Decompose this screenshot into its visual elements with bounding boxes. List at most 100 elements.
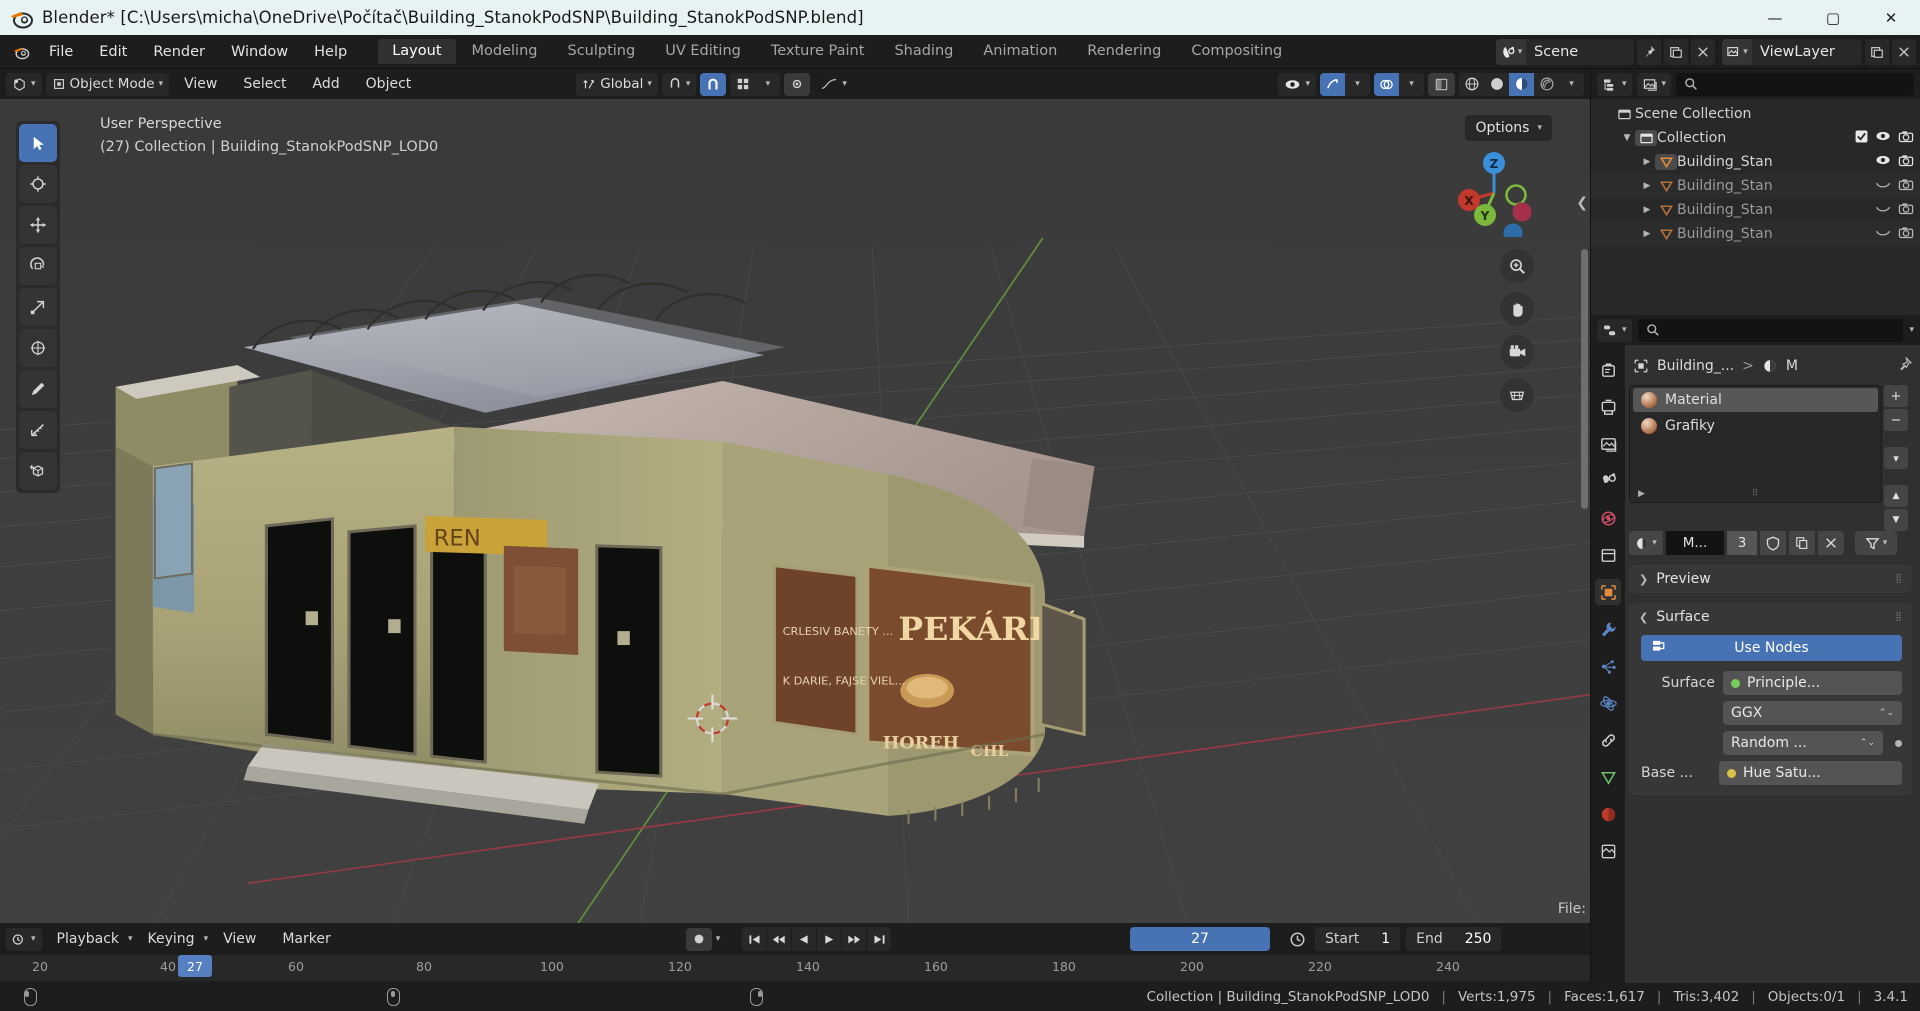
material-users-count[interactable]: 3 [1727,531,1757,555]
viewport-menu-select[interactable]: Select [232,76,297,92]
camera-icon[interactable] [1500,335,1534,369]
snap-settings-group[interactable]: ▾ [730,72,781,96]
expander-icon[interactable]: ▼ [1619,133,1635,143]
physics-tab[interactable] [1595,690,1621,716]
outliner-row-scene-collection[interactable]: Scene Collection [1591,102,1920,126]
data-tab[interactable] [1595,764,1621,790]
tab-compositing[interactable]: Compositing [1177,39,1296,64]
overlays-icon[interactable] [1374,72,1399,96]
surface-panel-header[interactable]: ❮ Surface ⣿ [1629,603,1912,631]
sidebar-collapse-icon[interactable]: ❮ [1576,195,1588,211]
outliner-row-object[interactable]: ▶ Building_Stan [1591,174,1920,198]
material-tab[interactable] [1595,801,1621,827]
timeline-menu-marker[interactable]: Marker [271,931,341,947]
menu-render[interactable]: Render [140,39,218,65]
snap-target-selector[interactable]: ▾ [661,72,697,96]
preview-panel[interactable]: ❯ Preview ⣿ [1629,565,1912,593]
gizmo-dropdown-icon[interactable]: ▾ [1345,73,1370,96]
snap-increment-icon[interactable] [730,73,755,96]
tab-uv-editing[interactable]: UV Editing [651,39,755,64]
camera-icon[interactable] [1898,130,1914,147]
world-tab[interactable] [1595,542,1621,568]
material-slot-icon[interactable]: ▾ [1855,531,1897,555]
new-scene-icon[interactable] [1664,39,1688,65]
material-name-field[interactable]: M... [1666,531,1724,555]
camera-icon[interactable] [1898,202,1914,219]
viewport-options-button[interactable]: Options ▾ [1465,115,1552,141]
resize-grip[interactable]: ⠿ [1752,489,1760,499]
timeline-editor-icon[interactable]: ▾ [6,927,42,951]
modifier-tab[interactable] [1595,616,1621,642]
render-tab[interactable] [1595,394,1621,420]
zoom-icon[interactable] [1500,249,1534,283]
outliner-row-object[interactable]: ▶ Building_Stan [1591,150,1920,174]
timeline-menu-view[interactable]: View [212,931,267,947]
output-tab[interactable] [1595,431,1621,457]
use-nodes-button[interactable]: Use Nodes [1641,635,1902,661]
tab-sculpting[interactable]: Sculpting [553,39,649,64]
camera-icon[interactable] [1898,226,1914,243]
eye-icon[interactable] [1875,154,1891,170]
eye-icon[interactable]: ▾ [1278,72,1316,96]
constraint-tab[interactable] [1595,727,1621,753]
move-slot-up-button[interactable]: ▲ [1884,485,1908,507]
eye-closed-icon[interactable] [1875,178,1891,194]
slot-specials-icon[interactable]: ▶ [1638,489,1645,499]
outliner-row-collection[interactable]: ▼ Collection [1591,126,1920,150]
outliner-search-input[interactable] [1676,72,1914,96]
fake-user-icon[interactable] [1760,531,1786,555]
object-mode-selector[interactable]: Object Mode ▾ [45,72,170,96]
next-keyframe-button[interactable] [842,927,867,951]
view-layer-selector[interactable]: ▾ ViewLayer [1722,39,1862,65]
view-layer-tab[interactable] [1595,468,1621,494]
cursor-tool[interactable] [19,165,57,203]
measure-tool[interactable] [19,411,57,449]
proportional-edit-icon[interactable] [784,72,811,96]
menu-edit[interactable]: Edit [86,39,140,65]
material-slot-row[interactable]: Material [1633,388,1878,412]
menu-window[interactable]: Window [218,39,301,65]
timeline-menu-playback[interactable]: Playback [46,931,130,947]
maximize-button[interactable]: ▢ [1804,0,1862,35]
unlink-icon[interactable] [1818,531,1844,555]
expander-icon[interactable]: ▶ [1639,205,1655,215]
tab-shading[interactable]: Shading [880,39,967,64]
properties-search-input[interactable] [1637,318,1904,342]
close-button[interactable]: ✕ [1862,0,1920,35]
pan-icon[interactable] [1500,292,1534,326]
new-material-icon[interactable] [1789,531,1815,555]
tool-tab[interactable] [1595,357,1621,383]
tweak-tool[interactable] [19,124,57,162]
preview-panel-header[interactable]: ❯ Preview ⣿ [1629,565,1912,593]
remove-material-slot-button[interactable]: − [1884,409,1908,431]
remove-scene-icon[interactable] [1691,39,1715,65]
base-color-value[interactable]: Hue Satu... [1719,761,1902,785]
properties-options-chevron-icon[interactable]: ▾ [1909,325,1914,335]
pin-icon[interactable] [1897,355,1913,376]
eye-closed-icon[interactable] [1875,202,1891,218]
rotate-tool[interactable] [19,247,57,285]
expander-icon[interactable]: ▶ [1639,181,1655,191]
move-slot-down-button[interactable]: ▼ [1884,509,1908,531]
scene-name[interactable]: Scene [1526,44,1630,60]
panel-grip[interactable]: ⣿ [1895,612,1903,621]
overlays-dropdown-icon[interactable]: ▾ [1399,73,1424,96]
expander-icon[interactable]: ▶ [1639,157,1655,167]
auto-keying-icon[interactable] [685,927,712,951]
shading-material-preview-icon[interactable] [1509,72,1534,96]
outliner-row-object[interactable]: ▶ Building_Stan [1591,222,1920,246]
outliner-tree[interactable]: Scene Collection ▼ Collection ▶ Building… [1591,99,1920,315]
magnet-icon[interactable] [700,72,727,96]
ortho-persp-icon[interactable] [1500,378,1534,412]
play-button[interactable] [817,927,842,951]
viewport-menu-view[interactable]: View [173,76,228,92]
shading-rendered-icon[interactable] [1534,73,1559,96]
browse-material-icon[interactable]: ▾ [1629,531,1663,555]
animate-property-icon[interactable] [1895,739,1902,747]
slot-specials-menu-button[interactable]: ▾ [1884,447,1908,469]
annotate-tool[interactable] [19,370,57,408]
subsurface-method-value[interactable]: Random ... ⌃⌄ [1723,731,1883,755]
tab-modeling[interactable]: Modeling [458,39,552,64]
snap-dropdown-icon[interactable]: ▾ [755,73,780,96]
tab-rendering[interactable]: Rendering [1073,39,1175,64]
